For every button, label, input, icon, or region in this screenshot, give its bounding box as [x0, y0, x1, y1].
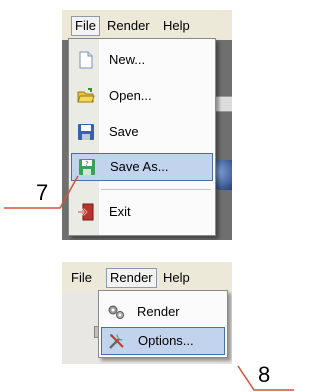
callout-number-7: 7	[36, 180, 49, 205]
callout-number-8: 8	[258, 362, 271, 387]
